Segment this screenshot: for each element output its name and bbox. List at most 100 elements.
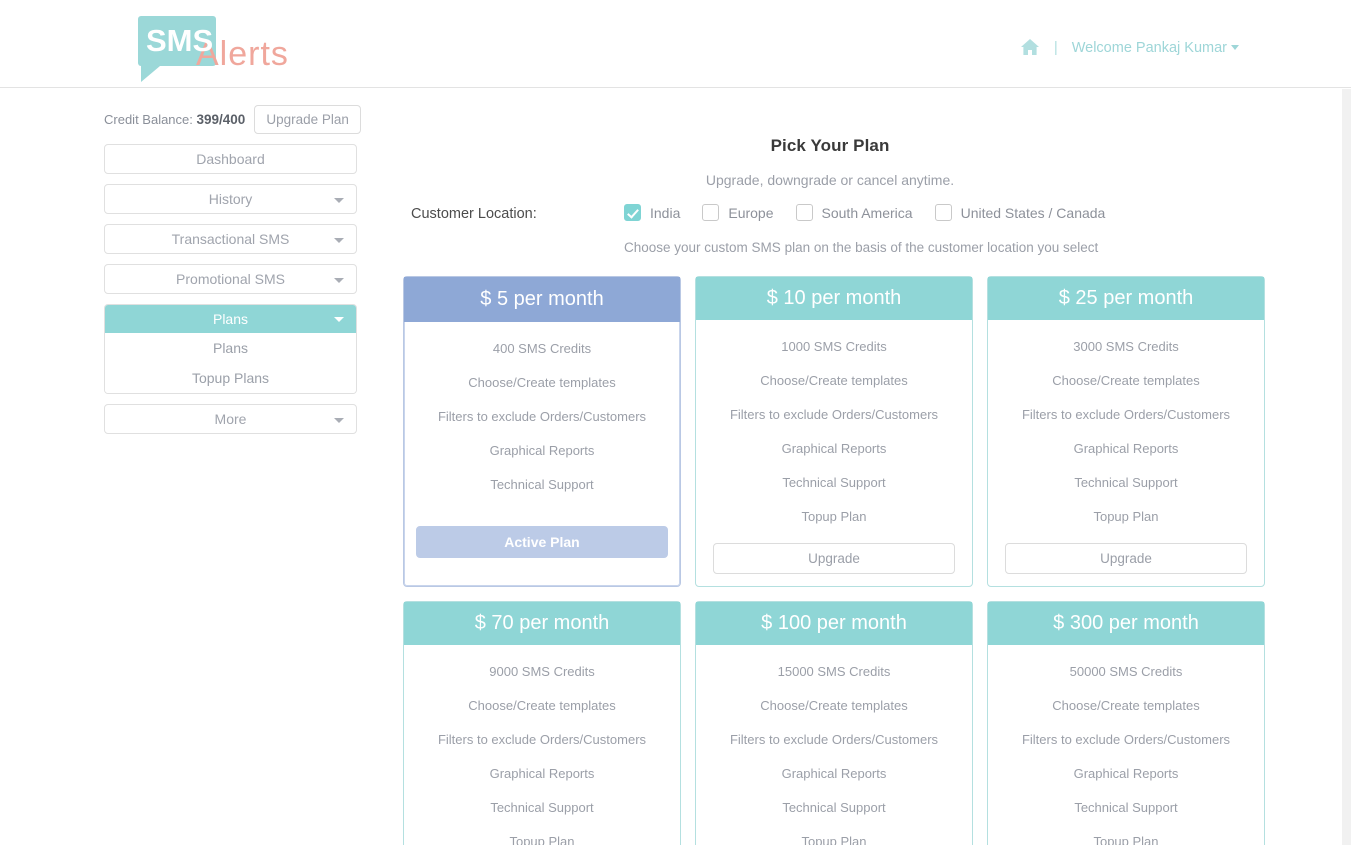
plan-feature: Filters to exclude Orders/Customers	[729, 732, 939, 747]
plan-credits: 1000 SMS Credits	[781, 339, 887, 354]
checkbox-united-states-canada[interactable]	[934, 204, 952, 221]
location-option-europe[interactable]: Europe	[702, 204, 795, 221]
customer-location-label: Customer Location:	[411, 206, 537, 222]
plan-feature: Choose/Create templates	[760, 698, 908, 713]
plan-feature: Filters to exclude Orders/Customers	[437, 732, 647, 747]
plan-feature: Filters to exclude Orders/Customers	[437, 409, 647, 424]
location-hint-text: Choose your custom SMS plan on the basis…	[624, 240, 1099, 255]
plan-feature: Filters to exclude Orders/Customers	[729, 407, 939, 422]
sidebar: Credit Balance: 399/400 Upgrade Plan Das…	[104, 103, 361, 444]
chevron-down-icon	[334, 418, 344, 423]
page-body: Credit Balance: 399/400 Upgrade Plan Das…	[0, 89, 1342, 845]
plan-card-5[interactable]: $ 5 per month 400 SMS Credits Choose/Cre…	[403, 276, 681, 587]
plan-credits: 15000 SMS Credits	[777, 664, 891, 679]
active-plan-button[interactable]: Active Plan	[416, 526, 668, 558]
plan-feature: Graphical Reports	[489, 766, 595, 781]
plan-feature: Technical Support	[490, 800, 594, 815]
location-label: India	[650, 204, 681, 221]
sidebar-item-label: Transactional SMS	[171, 231, 290, 247]
plan-price: $ 5 per month	[404, 277, 680, 322]
sidebar-group-plans: Plans Plans Topup Plans	[104, 304, 357, 394]
welcome-label: Welcome Pankaj Kumar	[1071, 39, 1227, 56]
location-option-united-states-canada[interactable]: United States / Canada	[934, 204, 1128, 221]
upgrade-plan-button[interactable]: Upgrade Plan	[254, 104, 361, 134]
upgrade-button[interactable]: Upgrade	[1005, 543, 1247, 574]
plan-feature: Technical Support	[782, 800, 886, 815]
sidebar-item-history[interactable]: History	[104, 184, 357, 214]
location-label: Europe	[728, 204, 774, 221]
plan-feature: Choose/Create templates	[1052, 373, 1200, 388]
plan-card-grid: $ 5 per month 400 SMS Credits Choose/Cre…	[403, 276, 1265, 845]
sidebar-item-label: Promotional SMS	[176, 271, 285, 287]
sidebar-item-label: History	[208, 191, 253, 207]
plan-price: $ 25 per month	[988, 277, 1264, 320]
chevron-down-icon	[334, 278, 344, 283]
plan-feature: Topup Plan	[1093, 509, 1159, 524]
location-option-south-america[interactable]: South America	[795, 204, 935, 221]
plan-feature: Topup Plan	[801, 834, 867, 845]
plan-feature: Choose/Create templates	[468, 698, 616, 713]
top-nav: | Welcome Pankaj Kumar	[1020, 38, 1239, 56]
plan-feature: Graphical Reports	[1073, 766, 1179, 781]
sidebar-item-transactional-sms[interactable]: Transactional SMS	[104, 224, 357, 254]
sidebar-subitem-plans[interactable]: Plans	[105, 333, 356, 363]
customer-location-row: Customer Location: India Europe South Am…	[400, 204, 1260, 230]
sidebar-item-label: More	[214, 411, 247, 427]
sidebar-item-more[interactable]: More	[104, 404, 357, 434]
plan-feature: Choose/Create templates	[1052, 698, 1200, 713]
plan-card-25[interactable]: $ 25 per month 3000 SMS Credits Choose/C…	[987, 276, 1265, 587]
right-edge-rail	[1342, 89, 1351, 845]
plan-feature: Filters to exclude Orders/Customers	[1021, 732, 1231, 747]
main-content: Pick Your Plan Upgrade, downgrade or can…	[400, 89, 1265, 845]
checkbox-india[interactable]	[624, 204, 641, 221]
nav-separator: |	[1053, 38, 1058, 56]
credit-balance-value: 399/400	[196, 111, 246, 127]
plan-price: $ 100 per month	[696, 602, 972, 645]
plan-credits: 3000 SMS Credits	[1073, 339, 1179, 354]
plan-feature: Graphical Reports	[1073, 441, 1179, 456]
plan-feature: Graphical Reports	[781, 441, 887, 456]
app-logo[interactable]: SMS Alerts	[138, 10, 398, 82]
sidebar-item-promotional-sms[interactable]: Promotional SMS	[104, 264, 357, 294]
chevron-down-icon	[334, 317, 344, 322]
home-icon[interactable]	[1020, 38, 1040, 56]
plan-price: $ 70 per month	[404, 602, 680, 645]
sidebar-subitem-topup-plans[interactable]: Topup Plans	[105, 363, 356, 393]
chevron-down-icon	[1231, 45, 1239, 51]
plan-credits: 400 SMS Credits	[492, 341, 592, 356]
plan-feature: Topup Plan	[1093, 834, 1159, 845]
plan-feature: Filters to exclude Orders/Customers	[1021, 407, 1231, 422]
upgrade-button[interactable]: Upgrade	[713, 543, 955, 574]
plan-feature: Graphical Reports	[781, 766, 887, 781]
plan-feature: Graphical Reports	[489, 443, 595, 458]
sidebar-item-dashboard[interactable]: Dashboard	[104, 144, 357, 174]
checkbox-europe[interactable]	[702, 204, 720, 221]
plan-price: $ 10 per month	[696, 277, 972, 320]
plan-feature: Technical Support	[1074, 475, 1178, 490]
plan-card-100[interactable]: $ 100 per month 15000 SMS Credits Choose…	[695, 601, 973, 845]
plan-card-10[interactable]: $ 10 per month 1000 SMS Credits Choose/C…	[695, 276, 973, 587]
plan-feature: Choose/Create templates	[760, 373, 908, 388]
page-subtitle: Upgrade, downgrade or cancel anytime.	[705, 172, 955, 188]
plan-credits: 9000 SMS Credits	[489, 664, 595, 679]
plan-feature: Technical Support	[1074, 800, 1178, 815]
location-label: South America	[821, 204, 913, 221]
chevron-down-icon	[334, 238, 344, 243]
location-label: United States / Canada	[960, 204, 1106, 221]
plan-card-70[interactable]: $ 70 per month 9000 SMS Credits Choose/C…	[403, 601, 681, 845]
checkbox-south-america[interactable]	[795, 204, 813, 221]
credit-balance-row: Credit Balance: 399/400 Upgrade Plan	[104, 103, 361, 135]
plan-feature: Technical Support	[782, 475, 886, 490]
sidebar-item-plans[interactable]: Plans	[105, 305, 356, 333]
plan-card-300[interactable]: $ 300 per month 50000 SMS Credits Choose…	[987, 601, 1265, 845]
page-title: Pick Your Plan	[770, 136, 890, 155]
plan-feature: Technical Support	[490, 477, 594, 492]
plan-feature: Topup Plan	[801, 509, 867, 524]
credit-balance-label: Credit Balance:	[104, 111, 193, 127]
plan-price: $ 300 per month	[988, 602, 1264, 645]
sidebar-item-label: Plans	[212, 311, 249, 327]
welcome-menu[interactable]: Welcome Pankaj Kumar	[1072, 39, 1239, 56]
location-option-india[interactable]: India	[624, 204, 702, 221]
credit-balance-text: Credit Balance: 399/400	[104, 112, 245, 127]
plan-feature: Choose/Create templates	[468, 375, 616, 390]
